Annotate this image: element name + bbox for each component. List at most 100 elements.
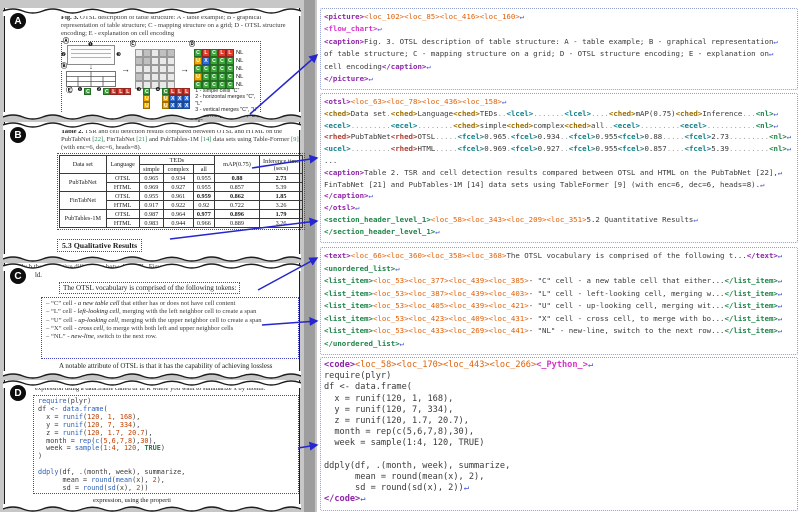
- marker-1-icon: ❶: [78, 88, 83, 94]
- legend-line: 2 - horizontal merges "C", "L": [195, 94, 260, 107]
- token: x =: [38, 413, 63, 421]
- marker-1-icon: ❶: [88, 43, 93, 49]
- token: - "C" cell - a new table cell that eithe…: [529, 276, 725, 285]
- token: <text>: [324, 251, 351, 260]
- token: <fcel>: [685, 144, 712, 153]
- grid-row: C: [143, 88, 150, 95]
- value-cell: 2.73: [260, 174, 303, 183]
- token: mean = round(mean(x), 2),: [324, 472, 484, 482]
- table-header-row: Data setLanguageTEDsmAP(0.75)Inference t…: [60, 156, 303, 165]
- col-header: Language: [106, 156, 139, 174]
- grid-cell: L: [110, 88, 117, 95]
- token: a new table cell: [78, 300, 120, 307]
- token: </section_header_level_1>: [324, 227, 435, 236]
- token: - "NL" - new-line, switch to the next ro…: [529, 326, 725, 335]
- token: [21]: [136, 136, 147, 143]
- token: <loc_63><loc_78><loc_436><loc_158>: [351, 97, 502, 106]
- token: ..: [604, 121, 613, 130]
- path: [3, 9, 301, 13]
- token: and PubTables-1M: [147, 136, 200, 143]
- token: ↵: [778, 314, 782, 323]
- markup-line: week = sample(1:4, 120, TRUE): [324, 438, 794, 449]
- token: ↵: [502, 97, 506, 106]
- value-cell: 0.969: [139, 183, 163, 192]
- sub-label-c: Ⓒ: [130, 42, 136, 48]
- token: simple: [480, 121, 507, 130]
- grid-cell: L: [117, 88, 124, 95]
- token: (plyr): [67, 397, 92, 405]
- token: ↵: [787, 132, 791, 141]
- value-cell: 0.955: [193, 174, 214, 183]
- markup-line: <otsl><loc_63><loc_78><loc_436><loc_158>…: [324, 96, 794, 108]
- token: <_Python_>: [536, 360, 588, 370]
- token: 5,6,7,8: [103, 437, 132, 445]
- grid-row: CLLL: [162, 88, 190, 95]
- grid-cell: [151, 57, 159, 65]
- token: – “X” cell -: [46, 325, 78, 332]
- token: ),: [157, 476, 165, 484]
- markup-line: <list_item><loc_53><loc_423><loc_409><lo…: [324, 313, 794, 326]
- value-cell: 0.955: [193, 183, 214, 192]
- token: runif: [63, 421, 83, 429]
- token: require(plyr): [324, 371, 391, 381]
- value-cell: 0.944: [163, 219, 193, 228]
- token: .........: [729, 132, 769, 141]
- table-thumbnail-line: [71, 53, 111, 54]
- token: <fcel>: [511, 132, 538, 141]
- markup-line: z = runif(120, 1.7, 20.7),: [324, 416, 794, 427]
- grid-cell: [135, 65, 143, 73]
- grid-cell: C: [218, 57, 226, 65]
- table-row: PubTabNetOTSL0.9650.9340.9550.882.73: [60, 174, 303, 183]
- token: cross cell: [78, 325, 103, 332]
- token: sd =: [38, 484, 83, 492]
- tsr-results-table: Data setLanguageTEDsmAP(0.75)Inference t…: [59, 155, 303, 228]
- token: <rhed>: [391, 144, 418, 153]
- token: <caption>: [324, 168, 364, 177]
- token: ),: [132, 413, 140, 421]
- token: mAP(0.75): [636, 109, 676, 118]
- token: </list_item>: [724, 314, 777, 323]
- grid-cell: [167, 65, 175, 73]
- grid-cell: C: [226, 57, 234, 65]
- token: 120, 1.7, 20.7: [87, 429, 144, 437]
- token: TRUE: [144, 444, 160, 452]
- col-header: mAP(0.75): [215, 156, 260, 174]
- grid-cell: [167, 57, 175, 65]
- markup-line: <ecel>.........<ecel>........<ched>simpl…: [324, 120, 794, 132]
- cell-encoding-legend: 1 - simple cells "C"2 - horizontal merge…: [195, 88, 260, 126]
- col-header-group: TEDs: [139, 156, 214, 165]
- token: <fcel>: [618, 144, 645, 153]
- example-grid: C: [84, 88, 91, 95]
- col-header: Data set: [60, 156, 107, 174]
- value-cell: 5.39: [260, 183, 303, 192]
- token: <code>: [324, 360, 355, 370]
- markup-line: <caption>Fig. 3. OTSL description of tab…: [324, 36, 794, 48]
- grid-cell: L: [183, 88, 190, 95]
- grid-cell: [135, 73, 143, 81]
- token: ...........: [707, 121, 756, 130]
- page-excerpt-c: C only b the qualitative differences bet…: [4, 263, 300, 373]
- token: Language: [417, 109, 453, 118]
- token: ↵: [769, 49, 773, 58]
- token: <ched>: [324, 109, 351, 118]
- markup-line: sd = round(sd(x), 2))↵: [324, 483, 794, 494]
- token: , to merge with both left and upper neig…: [103, 325, 233, 332]
- token: <fcel>: [458, 144, 485, 153]
- value-cell: 1.85: [260, 192, 303, 201]
- token: - "U" cell - up-looking cell, merging wi…: [529, 301, 725, 310]
- grid-cell: C: [210, 65, 218, 73]
- markup-line: <ucel>.........<rhed>HTML.....<fcel>0.96…: [324, 143, 794, 155]
- token: .....: [435, 132, 457, 141]
- token: round: [91, 476, 111, 484]
- example-grid: CLLL: [103, 88, 131, 95]
- value-cell: 0.955: [139, 192, 163, 201]
- value-cell: 1.79: [260, 210, 303, 219]
- token: <loc_53><loc_387><loc_439><loc_403>: [373, 289, 529, 298]
- token: ddply: [38, 468, 58, 476]
- token: [22]: [92, 136, 103, 143]
- token: .........: [640, 121, 680, 130]
- token: TEDs: [480, 109, 498, 118]
- token: FinTabNet [21] and PubTables-1M [14] dat…: [324, 180, 760, 189]
- token: ↵: [778, 251, 782, 260]
- token: .......: [533, 109, 564, 118]
